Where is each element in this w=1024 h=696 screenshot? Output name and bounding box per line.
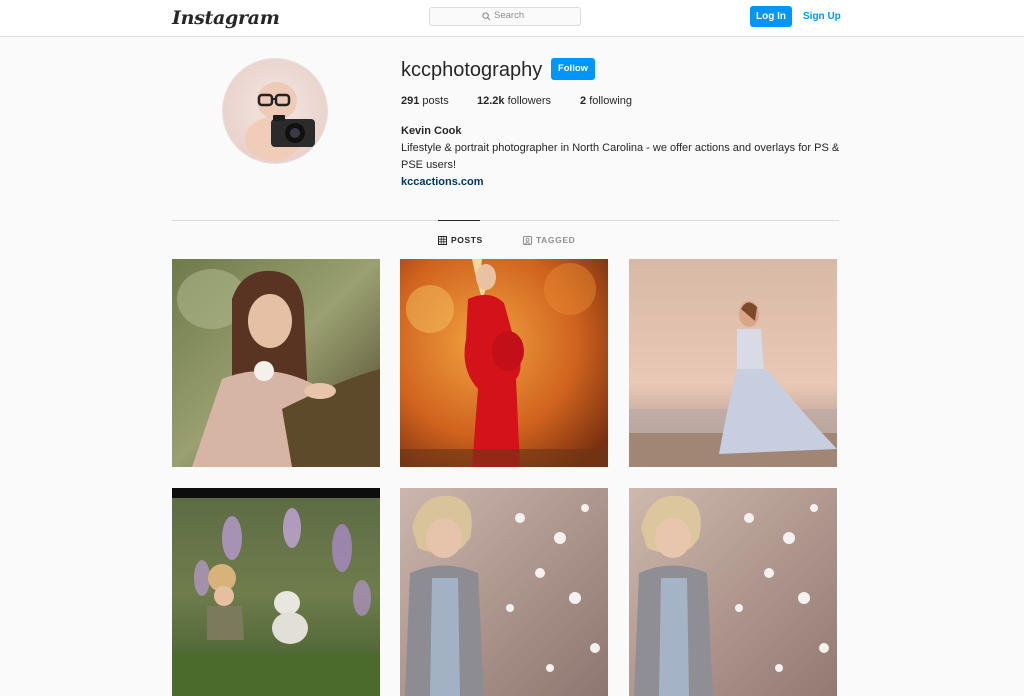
tab-tagged[interactable]: TAGGED	[523, 234, 575, 246]
login-button[interactable]: Log In	[750, 6, 792, 27]
tab-posts-label: POSTS	[451, 235, 483, 245]
profile-full-name: Kevin Cook	[401, 125, 462, 137]
posts-count-value: 291	[401, 95, 420, 107]
search-icon	[482, 12, 491, 21]
post-thumbnail[interactable]	[629, 488, 837, 696]
followers-count-value: 12.2k	[477, 95, 505, 107]
post-thumbnail[interactable]	[629, 259, 837, 467]
instagram-logo[interactable]: Instagram	[172, 5, 280, 31]
followers-count-label: followers	[507, 95, 551, 107]
search-input[interactable]: Search	[429, 7, 581, 26]
profile-username: kccphotography	[401, 59, 543, 81]
tabs-divider	[172, 220, 839, 221]
profile-website-link[interactable]: kccactions.com	[401, 175, 484, 189]
following-count-label: following	[589, 95, 632, 107]
profile-avatar	[222, 58, 328, 164]
follow-button[interactable]: Follow	[551, 58, 595, 80]
tab-tagged-label: TAGGED	[536, 235, 576, 245]
posts-count: 291 posts	[401, 94, 449, 108]
following-count[interactable]: 2 following	[580, 94, 632, 108]
grid-icon	[438, 236, 447, 245]
tag-icon	[523, 236, 532, 245]
post-thumbnail[interactable]	[400, 259, 608, 467]
tab-posts[interactable]: POSTS	[438, 234, 483, 246]
signup-link[interactable]: Sign Up	[803, 6, 841, 27]
post-thumbnail[interactable]	[172, 488, 380, 696]
following-count-value: 2	[580, 95, 587, 107]
profile-bio: Lifestyle & portrait photographer in Nor…	[401, 142, 840, 171]
top-navigation-bar: Instagram Search Log In Sign Up	[0, 0, 1024, 37]
followers-count[interactable]: 12.2k followers	[477, 94, 551, 108]
search-placeholder: Search	[494, 10, 525, 21]
post-thumbnail[interactable]	[172, 259, 380, 467]
active-tab-indicator	[438, 220, 480, 221]
posts-count-label: posts	[422, 95, 449, 107]
post-thumbnail[interactable]	[400, 488, 608, 696]
